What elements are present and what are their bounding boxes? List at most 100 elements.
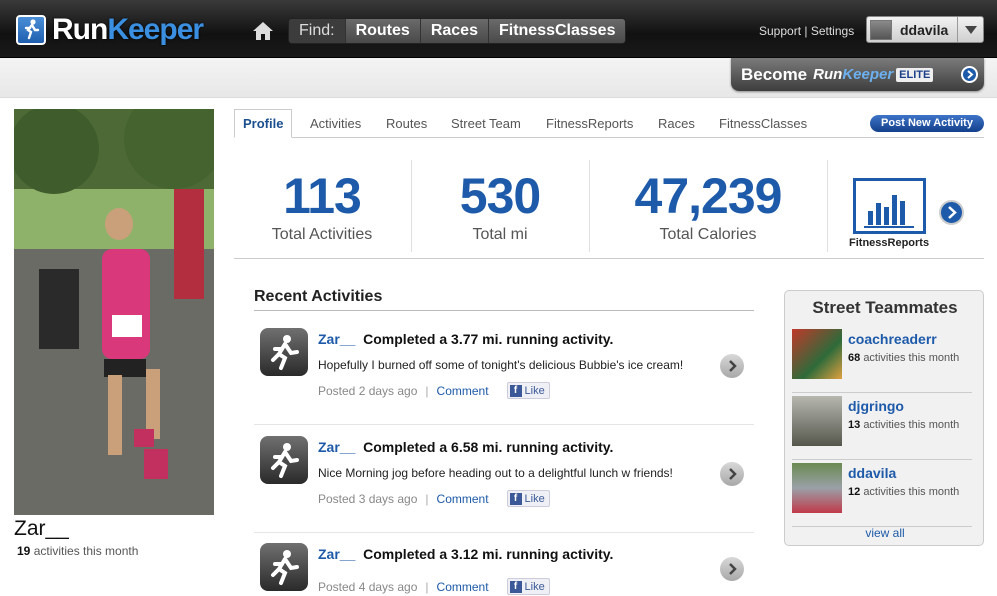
facebook-like-button[interactable]: f Like	[506, 490, 550, 507]
teammate-activity-count: 13 activities this month	[848, 419, 959, 431]
recent-activities-title: Recent Activities	[254, 288, 383, 305]
user-menu[interactable]: ddavila	[866, 16, 984, 43]
elite-runkeeper-text: RunKeeper	[813, 66, 893, 83]
meta-separator: |	[425, 579, 429, 594]
teammate-count-number: 68	[848, 352, 861, 364]
activity-headline: Zar__ Completed a 6.58 mi. running activ…	[318, 439, 613, 455]
comment-link[interactable]: Comment	[437, 384, 489, 398]
support-link[interactable]: Support	[759, 24, 801, 38]
activity-item: Zar__ Completed a 6.58 mi. running activ…	[254, 426, 754, 533]
fitness-reports-label[interactable]: FitnessReports	[849, 237, 929, 249]
stat-value: 530	[459, 168, 541, 224]
tab-fitnessclasses[interactable]: FitnessClasses	[719, 116, 807, 131]
activity-user-link[interactable]: Zar__	[318, 546, 355, 562]
activity-meta: Posted 3 days ago | Comment f Like	[318, 490, 550, 507]
facebook-icon: f	[509, 580, 522, 593]
runkeeper-logo[interactable]: RunKeeper	[16, 12, 204, 48]
profile-photo	[14, 109, 214, 515]
elite-become-text: Become	[741, 64, 808, 84]
facebook-like-button[interactable]: f Like	[506, 578, 550, 595]
user-name: ddavila	[900, 21, 949, 38]
teammate-avatar[interactable]	[792, 463, 842, 513]
home-icon[interactable]	[252, 21, 274, 41]
stat-value: 47,239	[634, 168, 783, 224]
teammate-count-number: 13	[848, 419, 861, 431]
tab-profile[interactable]: Profile	[234, 109, 293, 138]
elite-keeper: Keeper	[842, 66, 894, 83]
find-races-button[interactable]: Races	[419, 19, 488, 43]
stat-value: 113	[283, 168, 362, 224]
stat-total-mi: 530 Total mi	[412, 160, 588, 252]
find-menu: Find: Routes Races FitnessClasses	[288, 18, 627, 44]
chevron-right-icon	[961, 66, 978, 83]
recent-divider	[254, 310, 754, 311]
profile-name: Zar__	[14, 517, 69, 540]
tab-street-team[interactable]: Street Team	[451, 116, 521, 131]
become-elite-banner[interactable]: Become RunKeeper ELITE	[731, 58, 984, 91]
running-icon	[260, 543, 308, 591]
teammate-count-number: 12	[848, 486, 861, 498]
tab-routes[interactable]: Routes	[386, 116, 427, 131]
profile-count-suffix: activities this month	[33, 544, 139, 558]
teammate-name-link[interactable]: ddavila	[848, 465, 896, 481]
activity-meta: Posted 2 days ago | Comment f Like	[318, 382, 550, 399]
teammate-avatar[interactable]	[792, 329, 842, 379]
chevron-right-icon[interactable]	[939, 200, 964, 225]
tab-activities[interactable]: Activities	[310, 116, 361, 131]
teammate-count-suffix: activities this month	[863, 419, 960, 431]
like-label: Like	[524, 384, 545, 397]
comment-link[interactable]: Comment	[437, 492, 489, 506]
profile-count-number: 19	[17, 544, 31, 558]
facebook-icon: f	[509, 492, 522, 505]
logo-keeper: Keeper	[107, 13, 204, 46]
tab-races[interactable]: Races	[658, 116, 695, 131]
support-settings-links: Support | Settings	[759, 24, 855, 38]
like-label: Like	[524, 580, 545, 593]
running-icon	[260, 328, 308, 376]
stat-label: Total mi	[472, 226, 528, 243]
stat-label: Total Calories	[659, 226, 757, 243]
find-fitnessclasses-button[interactable]: FitnessClasses	[487, 19, 626, 43]
activity-meta: Posted 4 days ago | Comment f Like	[318, 578, 550, 595]
activity-item: Zar__ Completed a 3.12 mi. running activ…	[254, 533, 754, 595]
stat-total-activities: 113 Total Activities	[234, 160, 410, 252]
chevron-down-icon[interactable]	[957, 17, 983, 42]
stat-total-calories: 47,239 Total Calories	[590, 160, 826, 252]
street-teammates-title: Street Teammates	[812, 298, 958, 317]
activity-user-link[interactable]: Zar__	[318, 331, 355, 347]
comment-link[interactable]: Comment	[437, 580, 489, 594]
teammate-activity-count: 12 activities this month	[848, 486, 959, 498]
runner-logo-icon	[16, 15, 46, 45]
post-new-activity-button[interactable]: Post New Activity	[870, 115, 984, 132]
find-routes-button[interactable]: Routes	[344, 19, 420, 43]
teammate-name-link[interactable]: coachreaderr	[848, 331, 937, 347]
teammate-avatar[interactable]	[792, 396, 842, 446]
view-all-link[interactable]: view all	[785, 526, 985, 540]
activity-title: Completed a 6.58 mi. running activity.	[363, 439, 614, 455]
activity-title: Completed a 3.77 mi. running activity.	[363, 331, 614, 347]
activity-detail-arrow-icon[interactable]	[720, 462, 744, 486]
teammate-item: ddavila 12 activities this month	[792, 463, 972, 527]
facebook-like-button[interactable]: f Like	[506, 382, 550, 399]
elite-tag: ELITE	[896, 67, 934, 82]
activity-posted: Posted 3 days ago	[318, 491, 418, 506]
logo-wordmark: RunKeeper	[52, 13, 204, 47]
stat-divider	[827, 160, 828, 252]
teammate-item: coachreaderr 68 activities this month	[792, 329, 972, 393]
facebook-icon: f	[509, 384, 522, 397]
activity-headline: Zar__ Completed a 3.77 mi. running activ…	[318, 331, 613, 347]
street-teammates-panel: Street Teammates coachreaderr 68 activit…	[784, 290, 984, 546]
meta-separator: |	[425, 383, 429, 398]
teammate-count-suffix: activities this month	[863, 486, 960, 498]
like-label: Like	[524, 492, 545, 505]
settings-link[interactable]: Settings	[811, 24, 854, 38]
fitness-reports-chart-icon[interactable]	[853, 178, 926, 234]
find-label: Find:	[289, 19, 345, 43]
tab-fitnessreports[interactable]: FitnessReports	[546, 116, 633, 131]
activity-item: Zar__ Completed a 3.77 mi. running activ…	[254, 318, 754, 425]
teammate-name-link[interactable]: djgringo	[848, 398, 904, 414]
activity-detail-arrow-icon[interactable]	[720, 557, 744, 581]
elite-run: Run	[813, 66, 843, 83]
activity-detail-arrow-icon[interactable]	[720, 354, 744, 378]
activity-user-link[interactable]: Zar__	[318, 439, 355, 455]
